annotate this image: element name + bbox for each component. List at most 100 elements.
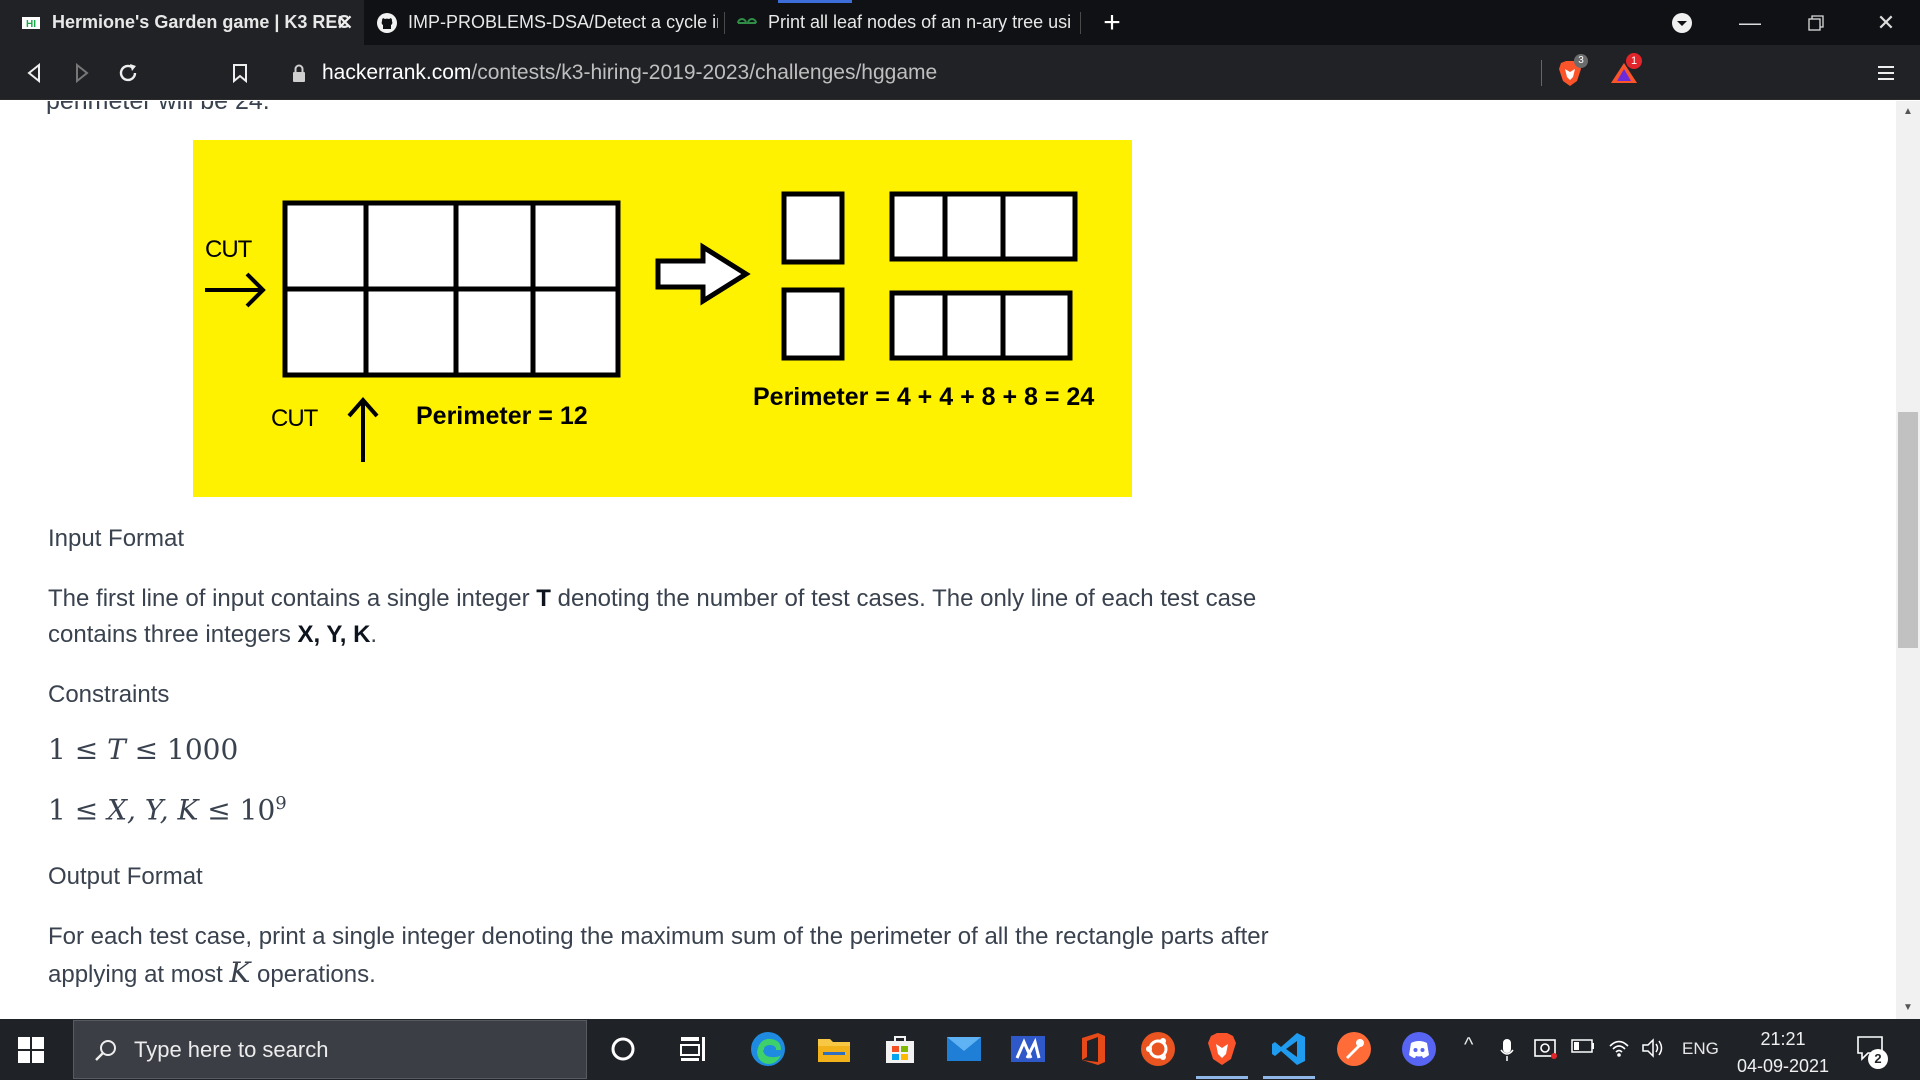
- github-icon: [376, 12, 398, 34]
- edit-app-icon: [1011, 1036, 1045, 1062]
- close-tab-icon[interactable]: ✕: [336, 10, 354, 36]
- discord-icon: [1402, 1032, 1436, 1066]
- brave-shields-button[interactable]: 3: [1554, 54, 1588, 89]
- ubuntu-icon: [1141, 1032, 1175, 1066]
- task-view-button[interactable]: [674, 1029, 714, 1069]
- perimeter-example-figure: CUT CUT Perimeter = 12 Perimeter = 4 + 4…: [193, 140, 1132, 497]
- main-menu-button[interactable]: [1870, 57, 1902, 89]
- start-button[interactable]: [18, 1037, 44, 1068]
- volume-icon[interactable]: [1641, 1038, 1665, 1063]
- constraint-xyk-lhs: 1 ≤: [48, 793, 108, 827]
- search-placeholder: Type here to search: [134, 1036, 329, 1062]
- microphone-icon[interactable]: [1500, 1038, 1514, 1067]
- forward-button[interactable]: [66, 57, 98, 89]
- notification-center-button[interactable]: 2: [1856, 1035, 1888, 1069]
- svg-text:HI: HI: [26, 19, 36, 29]
- chevron-down-icon: [1672, 12, 1692, 33]
- scrollbar-thumb[interactable]: [1898, 412, 1918, 648]
- brave-icon: [1208, 1033, 1236, 1065]
- reload-icon: [119, 64, 137, 82]
- bookmark-button[interactable]: [224, 57, 256, 89]
- windows-taskbar: Type here to search ^ ENG 21:21 04-09-20…: [0, 1019, 1920, 1080]
- task-view-icon: [680, 1037, 705, 1061]
- constraint-t-lhs: 1 ≤: [48, 733, 108, 766]
- constraint-xyk: 1 ≤ X, Y, K ≤ 109: [48, 793, 287, 826]
- discord-taskbar-icon[interactable]: [1399, 1029, 1439, 1069]
- store-icon: [886, 1036, 914, 1063]
- edge-taskbar-icon[interactable]: [748, 1029, 788, 1069]
- output-var-k: K: [229, 956, 251, 989]
- cortana-icon: [611, 1037, 635, 1061]
- tab-title: IMP-PROBLEMS-DSA/Detect a cycle in: [408, 12, 718, 32]
- brave-rewards-button[interactable]: 1: [1608, 53, 1642, 89]
- input-text-1: The first line of input contains a singl…: [48, 585, 537, 612]
- perimeter-before-label: Perimeter = 12: [416, 402, 588, 430]
- notification-count-badge: 2: [1868, 1049, 1888, 1069]
- hackerrank-icon: HI: [20, 12, 42, 34]
- editor-taskbar-icon[interactable]: [1008, 1029, 1048, 1069]
- tab-title: Print all leaf nodes of an n-ary tree us…: [768, 12, 1072, 32]
- constraint-xyk-exp: 9: [275, 793, 287, 814]
- language-indicator[interactable]: ENG: [1682, 1039, 1719, 1059]
- minimize-button[interactable]: —: [1720, 0, 1780, 45]
- shields-count-badge: 3: [1574, 54, 1588, 68]
- wifi-icon[interactable]: [1608, 1038, 1630, 1063]
- edge-icon: [751, 1032, 785, 1066]
- taskbar-search-box[interactable]: Type here to search: [73, 1020, 587, 1079]
- tab-github[interactable]: IMP-PROBLEMS-DSA/Detect a cycle in: [372, 0, 724, 45]
- restore-button[interactable]: [1786, 0, 1846, 45]
- url-path: /contests/k3-hiring-2019-2023/challenges…: [471, 61, 938, 84]
- tab-search-button[interactable]: [1652, 0, 1712, 45]
- brave-taskbar-icon[interactable]: [1196, 1029, 1248, 1079]
- perimeter-after-label: Perimeter = 4 + 4 + 8 + 8 = 24: [753, 383, 1095, 411]
- search-icon: [95, 1039, 116, 1061]
- system-clock[interactable]: 21:21 04-09-2021: [1724, 1026, 1842, 1080]
- scroll-up-arrow[interactable]: ▲: [1900, 106, 1916, 117]
- tab-separator: [1080, 12, 1081, 34]
- constraint-xyk-var: X, Y, K: [107, 793, 199, 827]
- meet-now-icon[interactable]: [1534, 1038, 1558, 1065]
- rewards-count-badge: 1: [1626, 53, 1642, 69]
- postman-icon: [1337, 1032, 1371, 1066]
- bookmark-icon: [233, 64, 247, 83]
- lock-icon: [293, 64, 305, 82]
- input-text-3: .: [370, 621, 378, 648]
- show-hidden-icons-button[interactable]: ^: [1464, 1034, 1473, 1057]
- battery-icon[interactable]: [1571, 1038, 1595, 1058]
- input-vars-xyk: X, Y, K: [297, 621, 371, 648]
- cut-label-bottom: CUT: [271, 405, 318, 432]
- constraint-xyk-rhs: ≤ 10: [198, 793, 276, 827]
- hamburger-menu-icon: [1878, 66, 1894, 80]
- reload-button[interactable]: [112, 57, 144, 89]
- tab-separator: [724, 12, 725, 34]
- page-content: perimeter will be 24. CUT CUT Perimeter …: [0, 101, 1896, 1019]
- file-explorer-taskbar-icon[interactable]: [814, 1029, 854, 1069]
- store-taskbar-icon[interactable]: [880, 1029, 920, 1069]
- clock-date: 04-09-2021: [1736, 1056, 1830, 1076]
- tab-hackerrank[interactable]: HI Hermione's Garden game | K3 REC ✕: [0, 0, 364, 45]
- new-tab-button[interactable]: +: [1082, 0, 1142, 45]
- back-arrow-icon: [27, 63, 40, 83]
- scroll-down-arrow[interactable]: ▼: [1900, 1002, 1916, 1013]
- mail-taskbar-icon[interactable]: [944, 1029, 984, 1069]
- ubuntu-taskbar-icon[interactable]: [1138, 1029, 1178, 1069]
- folder-icon: [818, 1039, 850, 1062]
- address-bar[interactable]: hackerrank.com/contests/k3-hiring-2019-2…: [280, 55, 1650, 91]
- cut-label-left: CUT: [205, 236, 252, 263]
- tab-title: Hermione's Garden game | K3 REC: [52, 12, 348, 32]
- close-window-button[interactable]: ✕: [1856, 0, 1916, 45]
- constraint-t-rhs: ≤ 1000: [125, 733, 239, 766]
- constraint-t: 1 ≤ T ≤ 1000: [48, 733, 238, 766]
- postman-taskbar-icon[interactable]: [1334, 1029, 1374, 1069]
- back-button[interactable]: [18, 57, 50, 89]
- office-taskbar-icon[interactable]: [1073, 1029, 1113, 1069]
- clock-time: 21:21: [1760, 1029, 1806, 1049]
- tab-loading-indicator: [778, 0, 852, 3]
- mail-icon: [947, 1037, 981, 1061]
- cortana-button[interactable]: [603, 1029, 643, 1069]
- office-icon: [1082, 1033, 1105, 1065]
- tab-geeksforgeeks[interactable]: Print all leaf nodes of an n-ary tree us…: [734, 0, 1080, 45]
- output-format-text: For each test case, print a single integ…: [48, 919, 1278, 993]
- vscode-taskbar-icon[interactable]: [1263, 1029, 1315, 1079]
- geeksforgeeks-icon: [736, 12, 758, 34]
